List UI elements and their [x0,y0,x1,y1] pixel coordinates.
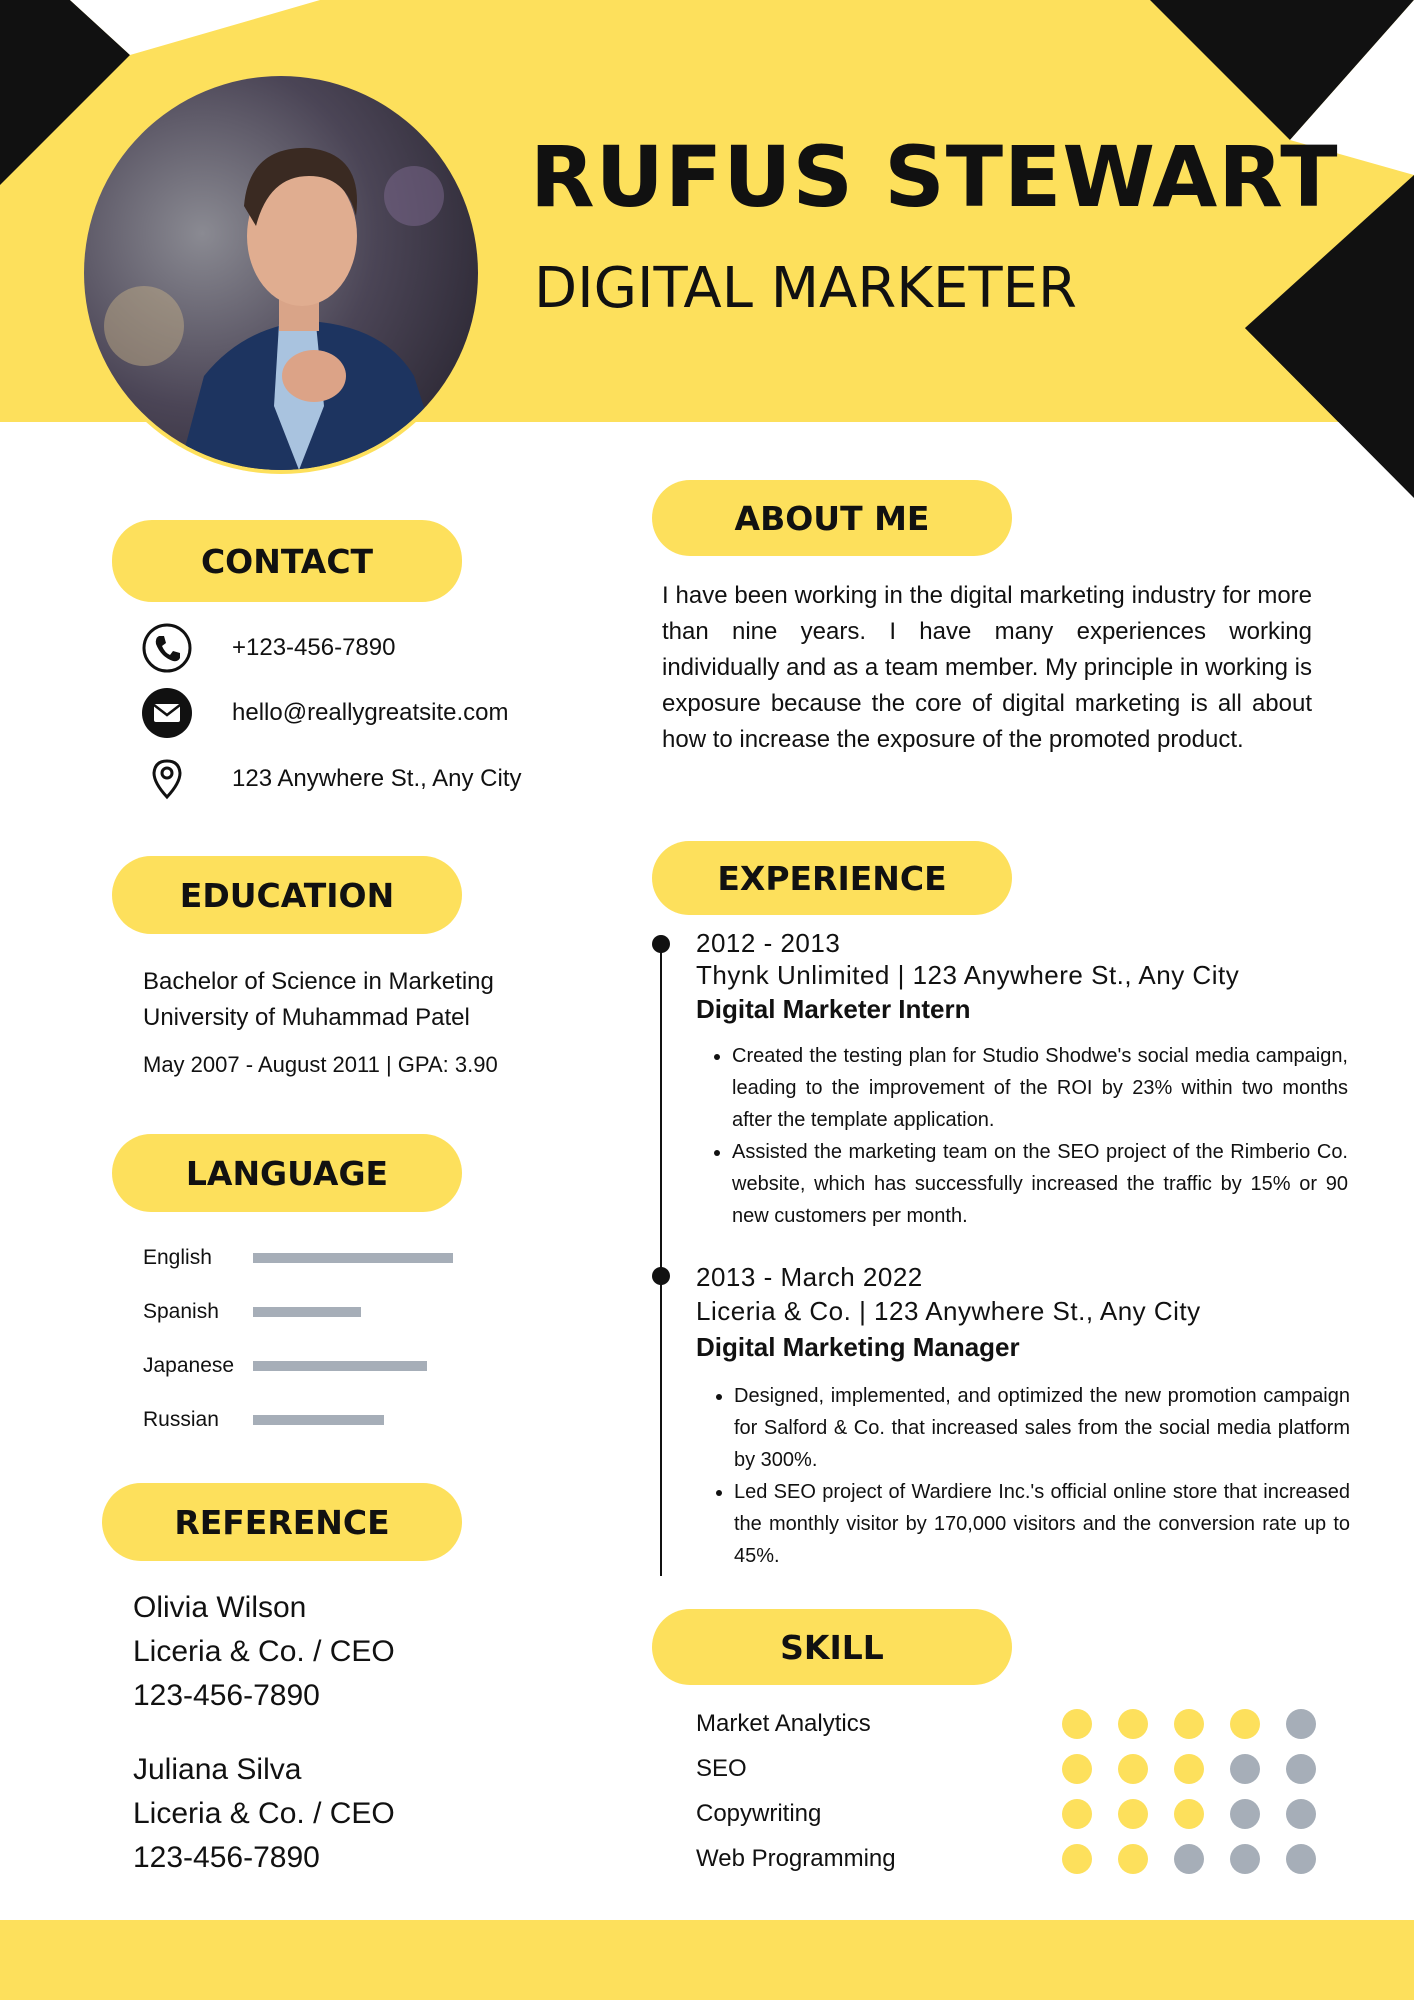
phone-text: +123-456-7890 [232,634,396,661]
rating-dot-filled [1230,1709,1260,1739]
footer-band [0,1920,1414,2000]
contact-phone: +123-456-7890 [140,620,570,676]
reference-heading: REFERENCE [102,1483,462,1561]
contact-address: 123 Anywhere St., Any City [140,751,570,807]
rating-dot-filled [1118,1844,1148,1874]
rating-dot-filled [1062,1799,1092,1829]
education-degree: Bachelor of Science in Marketing [143,968,494,995]
rating-dot-empty [1230,1799,1260,1829]
timeline-line [660,940,662,1576]
profile-photo [84,76,478,470]
timeline-dot [652,935,670,953]
skill-label: Market Analytics [696,1710,871,1737]
corner-triangle [1245,328,1414,498]
rating-dot-empty [1286,1799,1316,1829]
address-text: 123 Anywhere St., Any City [232,765,522,792]
language-row: Russian [143,1405,543,1435]
language-bar [253,1361,509,1371]
experience-bullet: Designed, implemented, and optimized the… [734,1380,1350,1476]
experience-company: Thynk Unlimited | 123 Anywhere St., Any … [696,960,1240,990]
language-row: Spanish [143,1297,543,1327]
rating-dot-empty [1286,1709,1316,1739]
skill-rating [1062,1844,1316,1874]
contact-email: hello@reallygreatsite.com [140,685,570,741]
skill-label: Copywriting [696,1800,822,1827]
experience-date: 2012 - 2013 [696,928,841,958]
language-label: Japanese [143,1354,235,1377]
skill-label: SEO [696,1755,747,1782]
experience-role: Digital Marketing Manager [696,1332,1020,1362]
language-bar [253,1307,509,1317]
skill-rating [1062,1799,1316,1829]
rating-dot-filled [1118,1754,1148,1784]
language-label: Spanish [143,1300,219,1323]
skill-rating [1062,1709,1316,1739]
language-label: Russian [143,1408,219,1431]
reference-role: Liceria & Co. / CEO [133,1797,395,1830]
candidate-name: RUFUS STEWART [530,128,1339,226]
skill-rating [1062,1754,1316,1784]
reference-phone: 123-456-7890 [133,1679,320,1712]
skill-row: Web Programming [696,1837,1316,1881]
experience-date: 2013 - March 2022 [696,1262,923,1292]
rating-dot-empty [1174,1844,1204,1874]
phone-icon [140,621,194,675]
email-text: hello@reallygreatsite.com [232,699,509,726]
skill-heading: SKILL [652,1609,1012,1685]
language-row: Japanese [143,1351,543,1381]
experience-bullets: Designed, implemented, and optimized the… [706,1380,1350,1572]
about-text: I have been working in the digital marke… [662,582,1312,753]
reference-phone: 123-456-7890 [133,1841,320,1874]
language-bar [253,1253,509,1263]
reference-role: Liceria & Co. / CEO [133,1635,395,1668]
location-pin-icon [140,752,194,806]
rating-dot-filled [1062,1709,1092,1739]
reference-entry: Olivia Wilson Liceria & Co. / CEO 123-45… [133,1586,395,1718]
experience-bullet: Led SEO project of Wardiere Inc.'s offic… [734,1476,1350,1572]
rating-dot-empty [1286,1754,1316,1784]
rating-dot-filled [1174,1709,1204,1739]
experience-bullet: Created the testing plan for Studio Shod… [732,1040,1348,1136]
language-bar-fill [253,1253,453,1263]
language-bar-fill [253,1361,428,1371]
rating-dot-filled [1118,1799,1148,1829]
experience-bullets: Created the testing plan for Studio Shod… [704,1040,1348,1232]
experience-company: Liceria & Co. | 123 Anywhere St., Any Ci… [696,1296,1201,1326]
experience-bullet: Assisted the marketing team on the SEO p… [732,1136,1348,1232]
rating-dot-filled [1118,1709,1148,1739]
skill-row: Market Analytics [696,1702,1316,1746]
rating-dot-filled [1062,1844,1092,1874]
rating-dot-filled [1062,1754,1092,1784]
skill-label: Web Programming [696,1845,896,1872]
rating-dot-empty [1230,1844,1260,1874]
rating-dot-filled [1174,1754,1204,1784]
experience-heading: EXPERIENCE [652,841,1012,915]
experience-role: Digital Marketer Intern [696,994,971,1024]
language-bar-fill [253,1307,361,1317]
rating-dot-empty [1230,1754,1260,1784]
about-heading: ABOUT ME [652,480,1012,556]
contact-heading: CONTACT [112,520,462,602]
education-heading: EDUCATION [112,856,462,934]
rating-dot-filled [1174,1799,1204,1829]
education-school: University of Muhammad Patel [143,1004,470,1031]
reference-name: Juliana Silva [133,1753,302,1786]
reference-name: Olivia Wilson [133,1591,307,1624]
language-row: English [143,1243,543,1273]
language-bar-fill [253,1415,384,1425]
email-icon [140,686,194,740]
language-heading: LANGUAGE [112,1134,462,1212]
skill-row: Copywriting [696,1792,1316,1836]
rating-dot-empty [1286,1844,1316,1874]
language-bar [253,1415,509,1425]
job-title: DIGITAL MARKETER [534,256,1077,321]
timeline-dot [652,1267,670,1285]
education-period: May 2007 - August 2011 | GPA: 3.90 [143,1052,498,1077]
reference-entry: Juliana Silva Liceria & Co. / CEO 123-45… [133,1748,395,1880]
language-label: English [143,1246,212,1269]
skill-row: SEO [696,1747,1316,1791]
